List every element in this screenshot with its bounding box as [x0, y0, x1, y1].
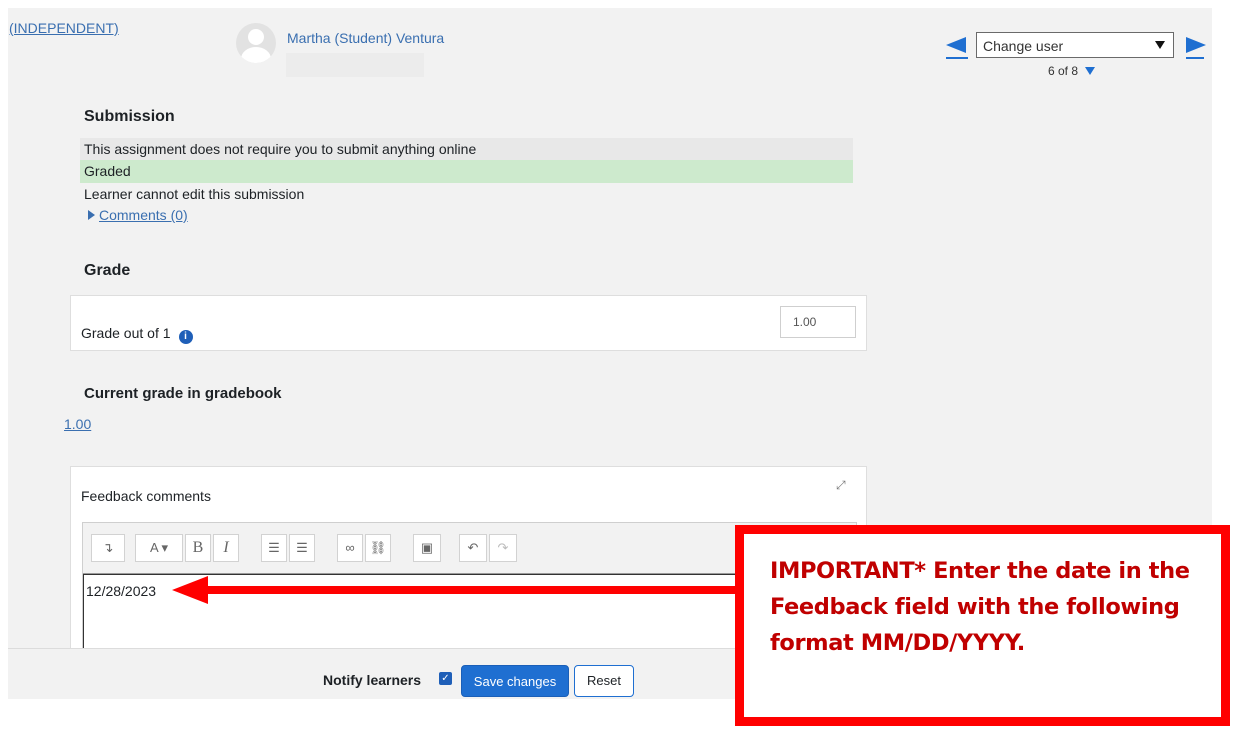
submission-status-graded: Graded [80, 160, 853, 183]
reset-button[interactable]: Reset [574, 665, 634, 697]
user-subtitle-placeholder [286, 53, 424, 77]
next-user-underline [1186, 57, 1204, 59]
change-user-select[interactable]: Change user [976, 32, 1174, 58]
filter-icon[interactable] [1085, 67, 1096, 75]
unlink-icon[interactable]: ⛓ [365, 534, 391, 562]
avatar-body [241, 47, 271, 63]
grade-heading: Grade [84, 262, 131, 279]
callout-arrow-shaft [200, 586, 735, 594]
submission-status-online: This assignment does not require you to … [80, 138, 853, 161]
undo-icon[interactable]: ↶ [459, 534, 487, 562]
current-grade-link[interactable]: 1.00 [64, 416, 91, 432]
fullscreen-expand-icon[interactable]: ⤢ [836, 478, 850, 492]
info-icon[interactable]: i [178, 330, 193, 344]
paragraph-icon[interactable]: ↴ [91, 534, 125, 562]
next-user-arrow-icon[interactable] [1186, 37, 1206, 53]
comments-link[interactable]: Comments (0) [99, 207, 188, 223]
chevron-down-icon [1155, 41, 1165, 49]
avatar-head [248, 29, 264, 45]
feedback-label: Feedback comments [81, 488, 211, 504]
comments-toggle[interactable]: Comments (0) [88, 207, 188, 223]
bullet-list-icon[interactable]: ☰ [261, 534, 287, 562]
user-counter: 6 of 8 [1048, 64, 1096, 78]
notify-learners-label: Notify learners [323, 672, 422, 688]
notify-learners-checkbox[interactable]: ✓ [439, 672, 452, 685]
save-changes-button[interactable]: Save changes [461, 665, 569, 697]
callout-arrow-head-icon [172, 576, 208, 604]
submission-status-editable: Learner cannot edit this submission [84, 186, 305, 202]
numbered-list-icon[interactable]: ☰ [289, 534, 315, 562]
italic-icon[interactable]: I [213, 534, 239, 562]
current-grade-heading: Current grade in gradebook [84, 385, 282, 402]
image-icon[interactable]: ▣ [413, 534, 441, 562]
link-icon[interactable]: ∞ [337, 534, 363, 562]
grade-label-text: Grade out of 1 [81, 325, 171, 341]
caret-right-icon [88, 210, 95, 220]
change-user-select-value: Change user [983, 38, 1064, 54]
previous-user-arrow-icon[interactable] [946, 37, 966, 53]
font-style-glyph: A [149, 540, 158, 555]
grade-input[interactable]: 1.00 [780, 306, 856, 338]
redo-icon[interactable]: ↷ [489, 534, 517, 562]
grade-label: Grade out of 1 i [81, 325, 193, 344]
submission-heading: Submission [84, 108, 175, 125]
previous-user-underline [946, 57, 968, 59]
avatar [236, 23, 276, 63]
course-link[interactable]: (INDEPENDENT) [9, 20, 119, 36]
font-style-icon[interactable]: A ▾ [135, 534, 183, 562]
bold-icon[interactable]: B [185, 534, 211, 562]
important-callout-text: IMPORTANT* Enter the date in the Feedbac… [770, 558, 1190, 656]
user-counter-text: 6 of 8 [1048, 64, 1079, 78]
user-name-link[interactable]: Martha (Student) Ventura [287, 30, 444, 46]
